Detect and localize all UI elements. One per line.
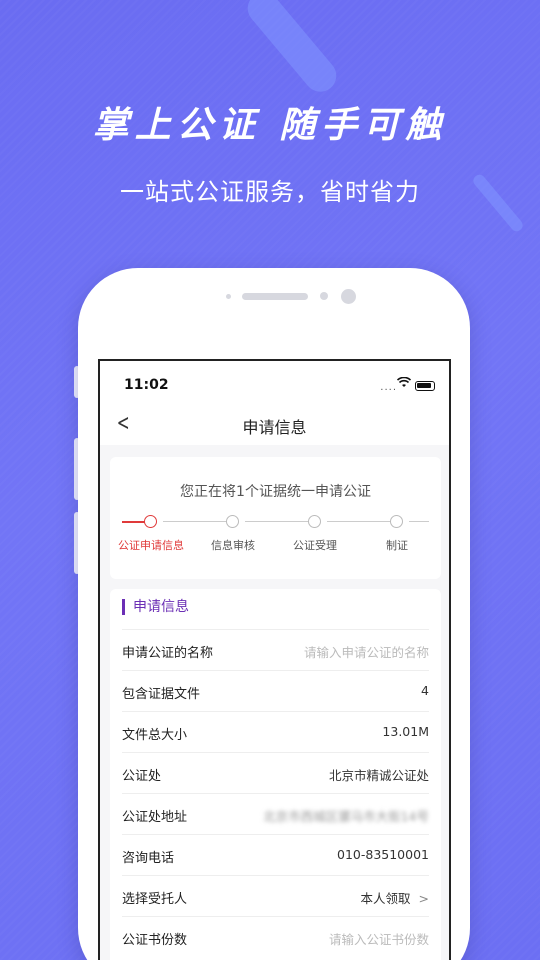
row-label: 包含证据文件: [122, 687, 201, 702]
form-row-size: 文件总大小 13.01M: [122, 711, 429, 752]
signal-icon: ....: [380, 382, 397, 393]
row-value: 本人领取: [360, 891, 411, 906]
status-time: 11:02: [124, 377, 169, 393]
step-marker: [390, 515, 403, 528]
form-row-phone: 咨询电话 010-83510001: [122, 834, 429, 875]
form-row-trustee[interactable]: 选择受托人 本人领取 >: [122, 875, 429, 916]
promo-headline: 掌上公证 随手可触: [92, 104, 448, 146]
step-label: 公证受理: [293, 539, 337, 552]
progress-line: [245, 521, 313, 522]
row-label: 咨询电话: [122, 851, 175, 866]
copies-input[interactable]: 请输入公证书份数: [329, 929, 429, 948]
form-row-address: 公证处地址 北京市西城区骡马市大街14号: [122, 793, 429, 834]
row-label: 文件总大小: [122, 728, 188, 743]
form-row-copies[interactable]: 公证书份数 请输入公证书份数: [122, 916, 429, 957]
phone-screen: 11:02 .... < 申请信息 您正在将1个证据统一申请公证 公证申请信息 …: [98, 359, 451, 960]
row-value: 010-83510001: [337, 847, 429, 862]
battery-icon: [415, 381, 435, 391]
step-label: 制证: [386, 539, 408, 552]
step-marker: [144, 515, 157, 528]
progress-line: [409, 521, 429, 522]
row-value: 4: [421, 683, 429, 698]
form-row-files: 包含证据文件 4: [122, 670, 429, 711]
promo-subline: 一站式公证服务，省时省力: [120, 178, 420, 206]
row-label: 申请公证的名称: [122, 646, 214, 661]
progress-line: [163, 521, 231, 522]
row-label: 公证书份数: [122, 933, 188, 948]
phone-camera: [341, 289, 356, 304]
progress-line: [327, 521, 395, 522]
row-value: 北京市精诚公证处: [328, 768, 429, 783]
info-card: 申请信息 申请公证的名称 请输入申请公证的名称 包含证据文件 4 文件总大小 1…: [110, 589, 441, 960]
row-value: 北京市西城区骡马市大街14号: [263, 809, 429, 824]
step-marker: [226, 515, 239, 528]
section-title: 申请信息: [122, 599, 189, 615]
phone-sensor: [226, 294, 231, 299]
phone-speaker: [242, 293, 308, 300]
form-row-name[interactable]: 申请公证的名称 请输入申请公证的名称: [122, 629, 429, 670]
progress-steps: 公证申请信息 信息审核 公证受理 制证: [110, 515, 441, 555]
chevron-right-icon: >: [418, 891, 429, 906]
page-title: 申请信息: [242, 418, 307, 437]
name-input[interactable]: 请输入申请公证的名称: [304, 642, 429, 661]
row-label: 公证处地址: [122, 810, 188, 825]
wifi-icon: [396, 376, 412, 391]
row-label: 选择受托人: [122, 892, 188, 907]
row-value: 13.01M: [382, 724, 429, 739]
status-bar: 11:02 ....: [100, 361, 449, 405]
progress-hint: 您正在将1个证据统一申请公证: [180, 484, 371, 500]
step-marker: [308, 515, 321, 528]
form-row-office: 公证处 北京市精诚公证处: [122, 752, 429, 793]
trustee-select[interactable]: 本人领取 >: [361, 888, 430, 907]
progress-card: 您正在将1个证据统一申请公证 公证申请信息 信息审核 公证受理 制证: [110, 457, 441, 579]
row-label: 公证处: [122, 769, 162, 784]
phone-sensor: [320, 292, 328, 300]
step-label: 公证申请信息: [118, 539, 184, 552]
step-label: 信息审核: [211, 539, 255, 552]
nav-bar: < 申请信息: [100, 405, 449, 445]
